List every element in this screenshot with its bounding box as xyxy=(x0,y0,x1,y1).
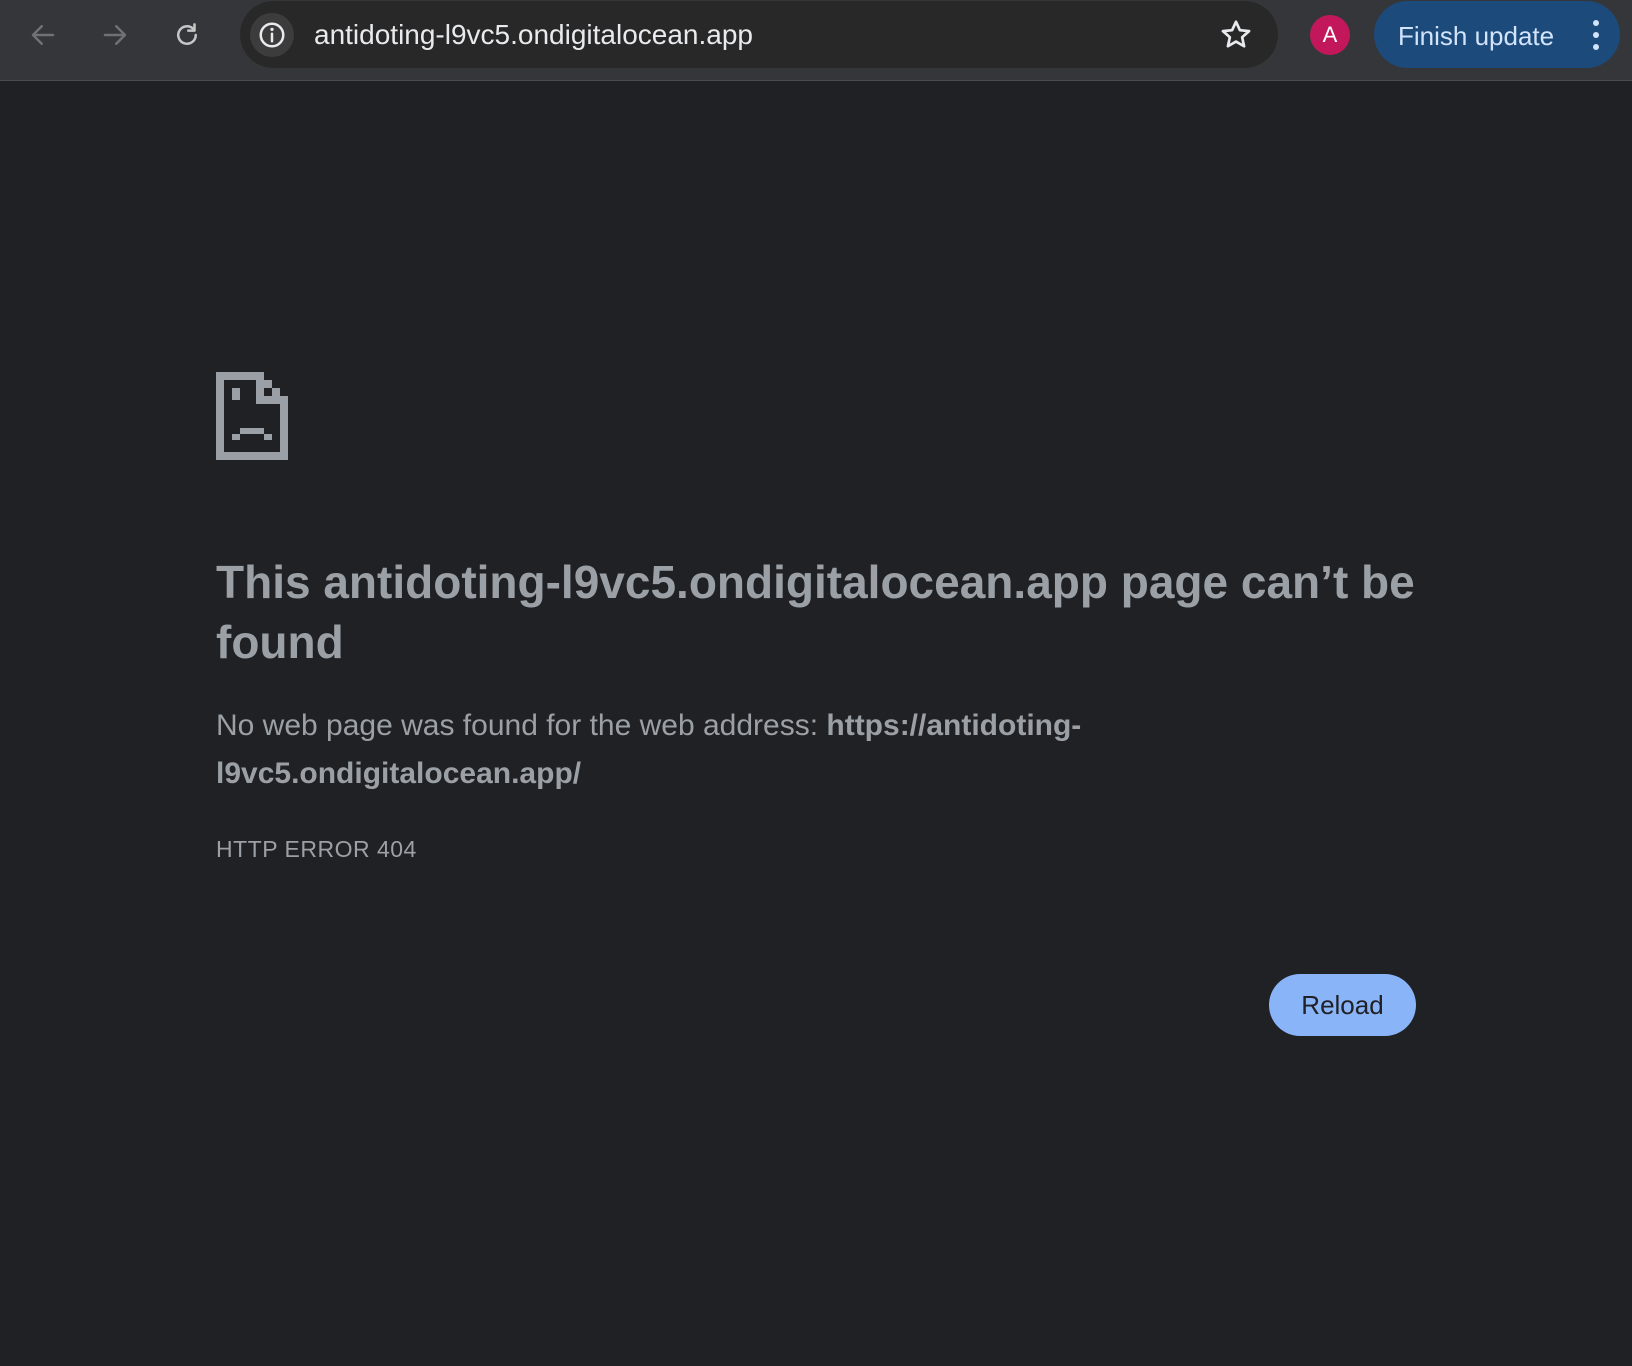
kebab-menu-icon[interactable] xyxy=(1592,19,1600,51)
error-description: No web page was found for the web addres… xyxy=(216,702,1226,798)
finish-update-button[interactable]: Finish update xyxy=(1374,1,1620,68)
browser-toolbar: antidoting-l9vc5.ondigitalocean.app A Fi… xyxy=(0,0,1632,81)
address-bar-url[interactable]: antidoting-l9vc5.ondigitalocean.app xyxy=(314,18,753,52)
error-code: HTTP ERROR 404 xyxy=(216,836,417,862)
error-description-prefix: No web page was found for the web addres… xyxy=(216,709,827,742)
arrow-left-icon xyxy=(31,25,55,45)
profile-avatar[interactable]: A xyxy=(1310,15,1350,55)
error-heading: This antidoting-l9vc5.ondigitalocean.app… xyxy=(216,556,1415,668)
arrow-right-icon xyxy=(103,25,127,45)
bookmark-star-icon[interactable] xyxy=(1218,17,1254,53)
sad-page-icon xyxy=(216,372,288,460)
address-bar[interactable]: antidoting-l9vc5.ondigitalocean.app xyxy=(240,1,1278,68)
reload-toolbar-button[interactable] xyxy=(162,10,212,60)
refresh-icon xyxy=(177,23,197,45)
reload-button[interactable]: Reload xyxy=(1269,974,1416,1036)
finish-update-label: Finish update xyxy=(1398,21,1555,51)
site-info-button[interactable] xyxy=(250,13,294,57)
info-icon xyxy=(259,22,285,48)
forward-button[interactable] xyxy=(90,10,140,60)
back-button[interactable] xyxy=(18,10,68,60)
error-page: This antidoting-l9vc5.ondigitalocean.app… xyxy=(0,82,1632,1366)
